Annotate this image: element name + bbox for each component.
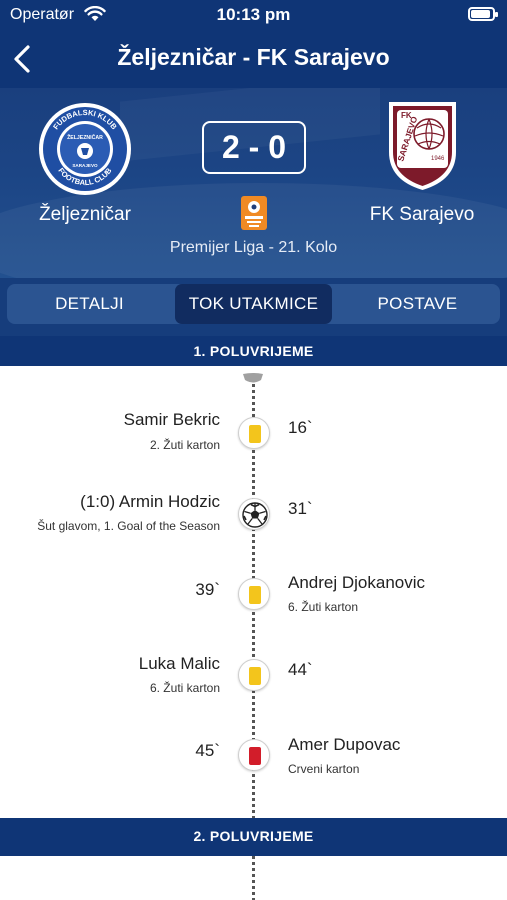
event-minute: 16` <box>288 418 313 437</box>
event-detail: Crveni karton <box>288 762 360 776</box>
event-detail: Šut glavom, 1. Goal of the Season <box>37 519 220 533</box>
home-team-crest-icon[interactable]: FUDBALSKI KLUB FOOTBALL CLUB ŽELJEZNIČAR… <box>37 101 133 197</box>
event-minute: 39` <box>195 580 220 599</box>
match-score: 2 - 0 <box>202 121 306 174</box>
away-team-crest-icon[interactable]: FK SARAJEVO 1946 <box>385 100 460 192</box>
event-player-name: Luka Malic <box>138 654 220 673</box>
yellow-card-icon <box>238 417 270 449</box>
yellow-card-icon <box>238 578 270 610</box>
away-team-name[interactable]: FK Sarajevo <box>337 204 507 226</box>
soccer-ball-icon <box>238 498 270 530</box>
first-half-header: 1. POLUVRIJEME <box>0 336 507 366</box>
event-minute: 31` <box>288 499 313 518</box>
event-player-name: Samir Bekric <box>123 410 220 429</box>
page-title: Željezničar - FK Sarajevo <box>117 44 390 70</box>
event-player-name: Andrej Djokanovic <box>288 573 426 592</box>
navigation-bar: Željezničar - FK Sarajevo <box>0 32 507 88</box>
tab-postave[interactable]: POSTAVE <box>335 284 500 324</box>
tab-track: DETALJI TOK UTAKMICE POSTAVE <box>7 284 500 324</box>
battery-icon <box>468 7 498 21</box>
event-detail: 2. Žuti karton <box>149 438 220 452</box>
away-crest-year: 1946 <box>431 156 445 162</box>
segmented-tabs: DETALJI TOK UTAKMICE POSTAVE <box>0 278 507 336</box>
red-card-icon <box>238 739 270 771</box>
back-chevron-icon[interactable] <box>10 44 36 74</box>
event-minute: 44` <box>288 660 313 679</box>
home-crest-city-text: SARAJEVO <box>72 163 98 168</box>
home-team-name[interactable]: Željezničar <box>0 204 170 226</box>
status-bar: Operatør 10:13 pm <box>0 0 507 32</box>
clock: 10:13 pm <box>216 5 291 24</box>
event-detail: 6. Žuti karton <box>288 600 359 614</box>
event-detail: 6. Žuti karton <box>149 681 220 695</box>
home-crest-middle-text: ŽELJEZNIČAR <box>67 133 103 141</box>
tab-detalji[interactable]: DETALJI <box>7 284 172 324</box>
second-half-header: 2. POLUVRIJEME <box>0 818 507 856</box>
yellow-card-icon <box>238 659 270 691</box>
event-player-name: Amer Dupovac <box>288 735 401 754</box>
event-minute: 45` <box>195 741 220 760</box>
whistle-icon <box>243 373 263 383</box>
match-header: FUDBALSKI KLUB FOOTBALL CLUB ŽELJEZNIČAR… <box>0 88 507 278</box>
league-round: Premijer Liga - 21. Kolo <box>169 239 338 256</box>
tab-tok-utakmice[interactable]: TOK UTAKMICE <box>175 284 332 324</box>
app-screen: Operatør 10:13 pm Željezničar - FK Saraj… <box>0 0 507 900</box>
event-player-name: (1:0) Armin Hodzic <box>80 492 220 511</box>
league-logo-icon <box>241 196 267 230</box>
timeline-line <box>252 856 255 900</box>
